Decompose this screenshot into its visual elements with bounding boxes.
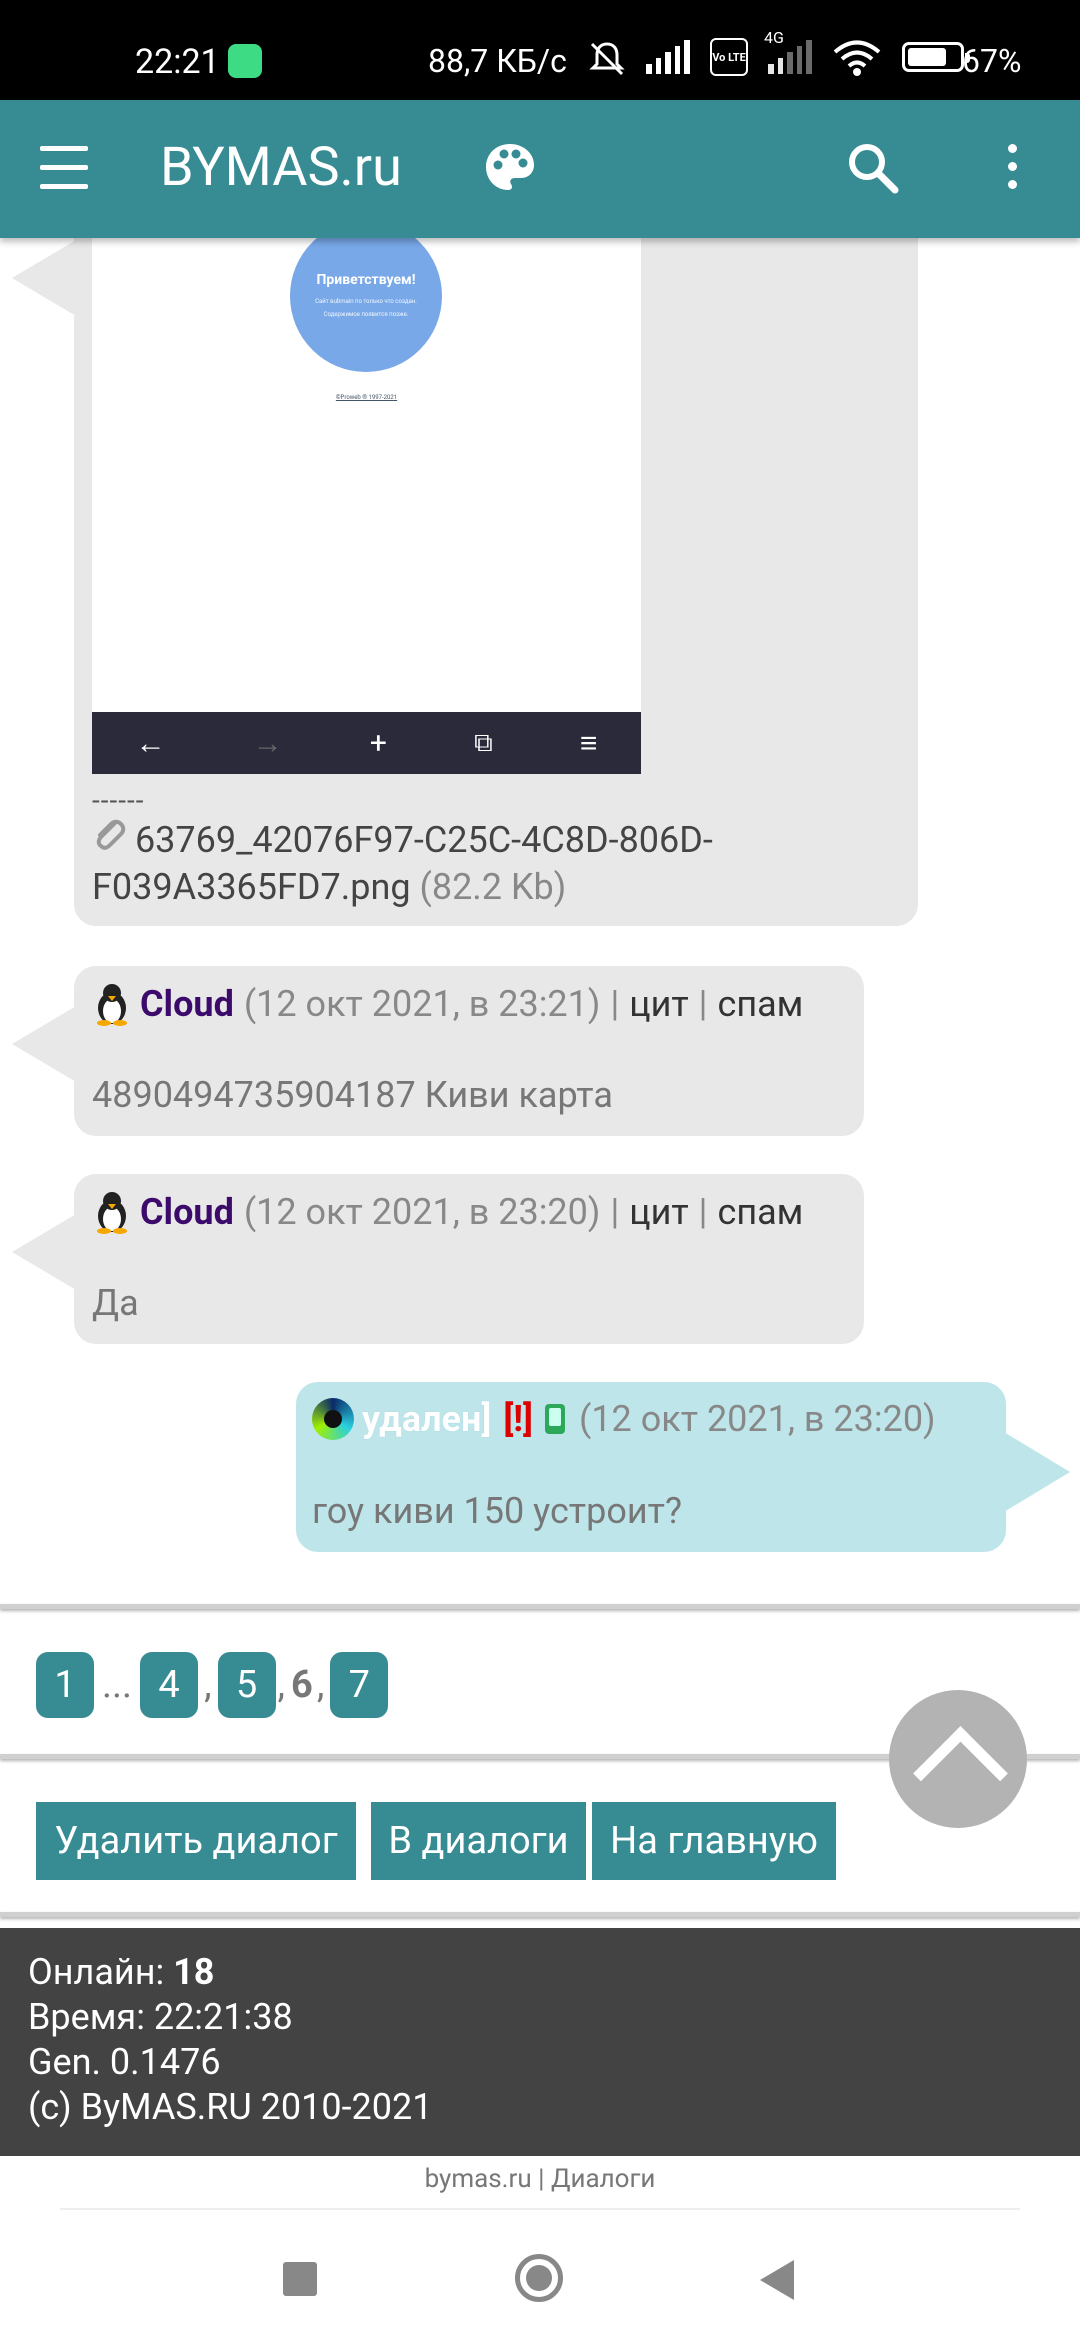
preview-line2: Содержимое появится позже.: [323, 311, 409, 318]
separator: |: [610, 1191, 620, 1233]
search-icon[interactable]: [845, 140, 901, 196]
volte-icon: Vo LTE: [710, 38, 748, 76]
page-link-4[interactable]: 4: [140, 1652, 199, 1718]
server-time: Время: 22:21:38: [28, 1996, 293, 2038]
forward-arrow-icon: →: [252, 725, 283, 761]
app-bar: BYMAS.ru: [0, 100, 1080, 238]
current-page: 6: [291, 1663, 313, 1707]
divider: [0, 1604, 1080, 1609]
breadcrumb: bymas.ru | Диалоги: [0, 2164, 1080, 2194]
user-avatar[interactable]: [312, 1398, 354, 1440]
page-link-5[interactable]: 5: [217, 1652, 276, 1718]
spam-link[interactable]: спам: [717, 983, 803, 1025]
message-header: Cloud (12 окт 2021, в 23:20) | цит | спа…: [92, 1190, 803, 1234]
spam-link[interactable]: спам: [717, 1191, 803, 1233]
wifi-icon: [832, 39, 882, 76]
message-author[interactable]: Cloud: [140, 1191, 234, 1233]
notification-app-icon: [228, 44, 262, 78]
mobile-device-icon: [545, 1404, 565, 1434]
menu-icon[interactable]: [40, 146, 88, 190]
tabs-icon: ⧉: [474, 727, 493, 758]
breadcrumb-separator: |: [538, 2164, 545, 2194]
message-text: гоу киви 150 устроит?: [312, 1490, 682, 1532]
user-avatar[interactable]: [92, 1190, 132, 1234]
status-time: 22:21: [135, 42, 220, 82]
copyright: (c) ByMAS.RU 2010-2021: [28, 2086, 433, 2128]
back-icon[interactable]: [760, 2260, 794, 2300]
scroll-to-top-button[interactable]: [889, 1690, 1027, 1828]
generation-time: Gen. 0.1476: [28, 2041, 221, 2083]
signal-4g-icon: 4G: [764, 28, 812, 74]
delete-dialog-button[interactable]: Удалить диалог: [36, 1802, 356, 1880]
preview-line1: Сайт вubmain по только что создан.: [315, 298, 417, 305]
message-header: Cloud (12 окт 2021, в 23:21) | цит | спа…: [92, 982, 803, 1026]
online-line: Онлайн: 18: [28, 1950, 1080, 1995]
warning-flag: [!]: [503, 1398, 533, 1440]
user-avatar[interactable]: [92, 982, 132, 1026]
preview-greeting-circle: Приветствуем! Сайт вubmain по только что…: [290, 236, 442, 372]
site-footer: Онлайн: 18 Время: 22:21:38 Gen. 0.1476 (…: [0, 1928, 1080, 2156]
breadcrumb-site-link[interactable]: bymas.ru: [425, 2164, 532, 2194]
separator: |: [698, 983, 708, 1025]
battery-icon: [902, 42, 970, 72]
site-title[interactable]: BYMAS.ru: [160, 136, 402, 199]
preview-heading: Приветствуем!: [316, 272, 416, 288]
dialogs-button[interactable]: В диалоги: [371, 1802, 586, 1880]
network-speed: 88,7 КБ/с: [428, 42, 567, 80]
hamburger-icon: ≡: [579, 725, 598, 761]
separator: |: [610, 983, 620, 1025]
battery-percent: 67%: [962, 42, 1022, 80]
home-button[interactable]: На главную: [592, 1802, 836, 1880]
breadcrumb-section-link[interactable]: Диалоги: [551, 2164, 655, 2194]
online-label: Онлайн:: [28, 1951, 165, 1993]
attachment-size: (82.2 Kb): [419, 866, 567, 908]
message-author[interactable]: удален]: [362, 1398, 491, 1440]
palette-icon[interactable]: [482, 140, 538, 196]
attachment-file-line: 63769_42076F97-C25C-4C8D-806D-F039A3365F…: [92, 816, 872, 910]
divider: [0, 1912, 1080, 1917]
divider: [60, 2208, 1020, 2210]
page-link-7[interactable]: 7: [330, 1652, 389, 1718]
message-header: удален] [!] (12 окт 2021, в 23:20): [312, 1398, 936, 1440]
page-link-1[interactable]: 1: [36, 1652, 94, 1718]
attachment-filename[interactable]: 63769_42076F97-C25C-4C8D-806D-F039A3365F…: [92, 819, 713, 908]
attachment-preview-image[interactable]: Приветствуем! Сайт вubmain по только что…: [92, 236, 641, 774]
online-count[interactable]: 18: [173, 1951, 214, 1993]
home-icon[interactable]: [515, 2254, 563, 2302]
plus-icon: +: [369, 725, 387, 761]
more-options-icon[interactable]: [1000, 144, 1024, 194]
quote-link[interactable]: цит: [629, 983, 688, 1025]
pagination-comma: ,: [316, 1663, 325, 1707]
system-navigation-bar: [0, 2222, 1080, 2340]
pagination-comma: ,: [277, 1663, 286, 1707]
preview-footer-link: ©Proweb ® 1997-2021: [335, 394, 398, 401]
preview-browser-toolbar: ← → + ⧉ ≡: [92, 712, 641, 774]
message-author[interactable]: Cloud: [140, 983, 234, 1025]
message-date: (12 окт 2021, в 23:21): [243, 983, 601, 1025]
mute-icon: [588, 40, 626, 76]
quote-link[interactable]: цит: [629, 1191, 688, 1233]
pagination-ellipsis: ...: [102, 1663, 133, 1707]
message-date: (12 окт 2021, в 23:20): [243, 1191, 601, 1233]
attachment-separator: ------: [92, 784, 145, 817]
back-arrow-icon: ←: [135, 725, 166, 761]
pagination-comma: ,: [204, 1663, 212, 1707]
paperclip-icon: [92, 816, 126, 864]
recents-icon[interactable]: [283, 2262, 317, 2296]
pagination: 1 ... 4 , 5 , 6 , 7: [36, 1652, 389, 1718]
message-text: 4890494735904187 Киви карта: [92, 1074, 613, 1116]
message-date: (12 окт 2021, в 23:20): [579, 1398, 936, 1440]
message-text: Да: [92, 1282, 139, 1324]
status-bar: 22:21 88,7 КБ/с Vo LTE 4G 67%: [0, 0, 1080, 100]
signal-icon: [646, 40, 690, 74]
separator: |: [698, 1191, 708, 1233]
